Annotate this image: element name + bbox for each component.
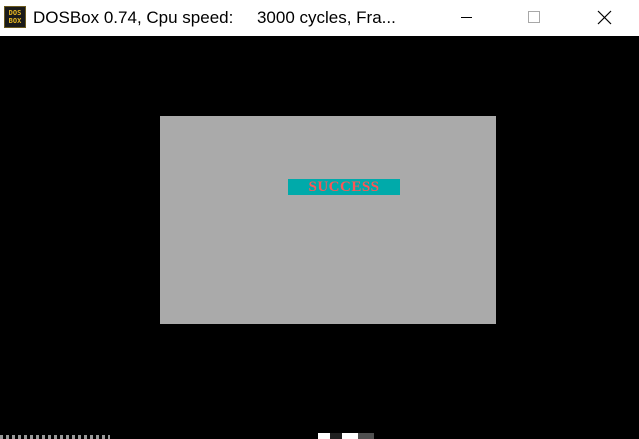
window-title: DOSBox 0.74, Cpu speed: 3000 cycles, Fra… [33, 8, 396, 27]
close-button[interactable] [581, 0, 627, 36]
success-message: SUCCESS [288, 179, 400, 195]
icon-text-line2: BOX [8, 17, 22, 25]
message-box: SUCCESS [160, 116, 496, 324]
dosbox-window: DOS BOX DOSBox 0.74, Cpu speed: 3000 cyc… [0, 0, 639, 439]
dosbox-icon[interactable]: DOS BOX [4, 6, 26, 28]
maximize-button[interactable] [512, 0, 558, 36]
taskbar-text-fragment [0, 435, 110, 439]
close-icon [597, 10, 612, 25]
minimize-button[interactable] [443, 0, 489, 36]
taskbar-icon-fragment [318, 433, 374, 439]
title-bar[interactable]: DOS BOX DOSBox 0.74, Cpu speed: 3000 cyc… [0, 0, 639, 36]
background-taskbar-fragment [0, 433, 639, 439]
icon-text-line1: DOS [8, 9, 22, 17]
dos-screen[interactable]: SUCCESS [0, 36, 639, 433]
